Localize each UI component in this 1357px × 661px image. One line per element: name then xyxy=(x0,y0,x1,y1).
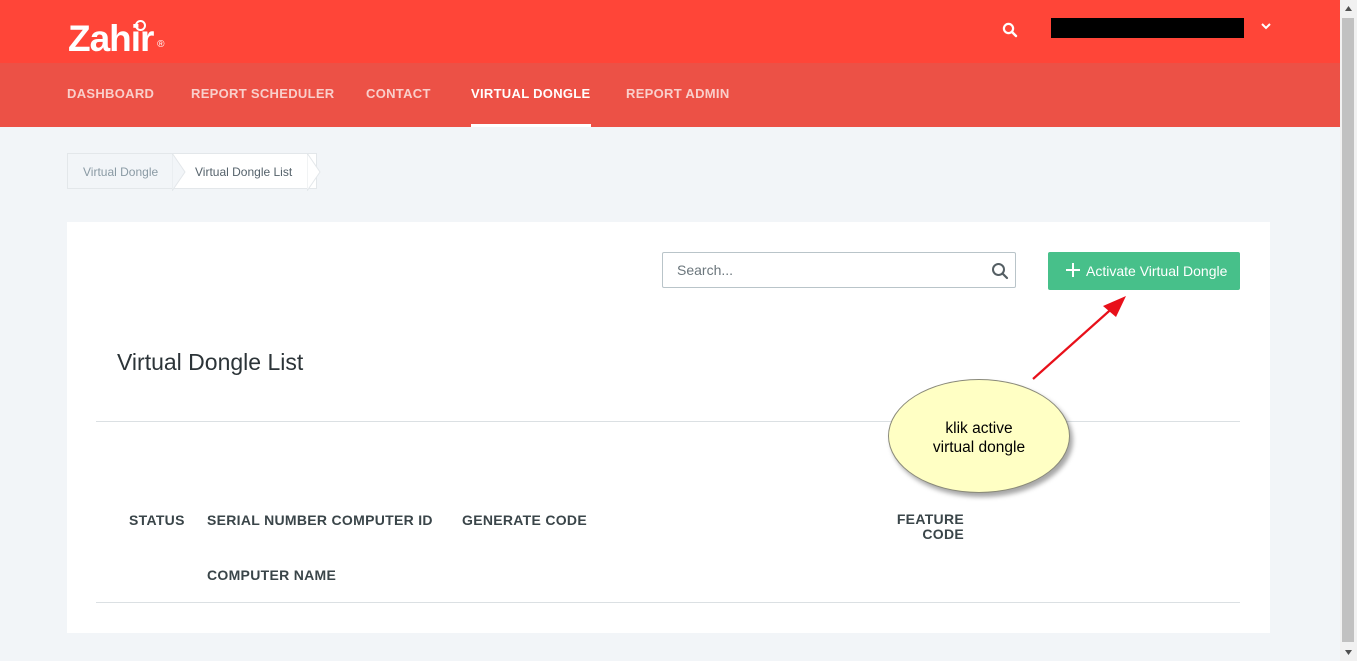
nav-virtual-dongle[interactable]: VIRTUAL DONGLE xyxy=(471,63,591,127)
search-field xyxy=(662,252,1016,288)
scroll-down-arrow-icon[interactable] xyxy=(1343,647,1354,658)
feature-code-line2: CODE xyxy=(922,526,964,542)
user-name-redacted[interactable] xyxy=(1051,18,1244,38)
column-header-generate-code[interactable]: GENERATE CODE xyxy=(462,512,587,528)
zahir-logo[interactable]: Zahir ® xyxy=(68,17,165,61)
scroll-up-arrow-icon[interactable] xyxy=(1343,3,1354,14)
search-icon[interactable] xyxy=(991,262,1009,280)
annotation-line1: klik active xyxy=(945,420,1013,437)
column-header-computer-name[interactable]: COMPUTER NAME xyxy=(207,567,336,583)
nav-report-admin[interactable]: REPORT ADMIN xyxy=(626,63,730,127)
dongle-list-card: Activate Virtual Dongle Virtual Dongle L… xyxy=(67,222,1270,633)
top-header: Zahir ® xyxy=(0,0,1340,63)
logo-ring-mark xyxy=(135,20,146,31)
breadcrumb-end-arrow xyxy=(307,153,321,191)
plus-icon xyxy=(1066,263,1080,277)
nav-contact[interactable]: CONTACT xyxy=(366,63,431,127)
annotation-line2: virtual dongle xyxy=(932,439,1026,456)
annotation-arrow xyxy=(1032,296,1126,380)
table-header-divider xyxy=(96,602,1240,603)
annotation-callout: klik active virtual dongle xyxy=(888,379,1070,493)
scrollbar-thumb[interactable] xyxy=(1342,18,1354,642)
chevron-down-icon[interactable] xyxy=(1259,19,1273,33)
activate-button-label: Activate Virtual Dongle xyxy=(1086,263,1228,279)
search-input[interactable] xyxy=(663,253,991,287)
search-icon[interactable] xyxy=(1002,22,1018,38)
logo-registered-mark: ® xyxy=(157,39,164,50)
column-header-feature-code[interactable]: FEATURE CODE xyxy=(893,512,964,542)
column-header-serial-number[interactable]: SERIAL NUMBER COMPUTER ID xyxy=(207,512,433,528)
nav-dashboard[interactable]: DASHBOARD xyxy=(67,63,154,127)
breadcrumb-virtual-dongle[interactable]: Virtual Dongle xyxy=(67,153,185,189)
breadcrumb-virtual-dongle-list: Virtual Dongle List xyxy=(172,153,317,189)
main-nav: DASHBOARD REPORT SCHEDULER CONTACT VIRTU… xyxy=(0,63,1340,127)
nav-report-scheduler[interactable]: REPORT SCHEDULER xyxy=(191,63,334,127)
breadcrumb-separator xyxy=(172,153,186,191)
column-header-status[interactable]: STATUS xyxy=(129,512,185,528)
feature-code-line1: FEATURE xyxy=(896,511,964,527)
activate-virtual-dongle-button[interactable]: Activate Virtual Dongle xyxy=(1048,252,1240,290)
page-title: Virtual Dongle List xyxy=(117,349,304,375)
